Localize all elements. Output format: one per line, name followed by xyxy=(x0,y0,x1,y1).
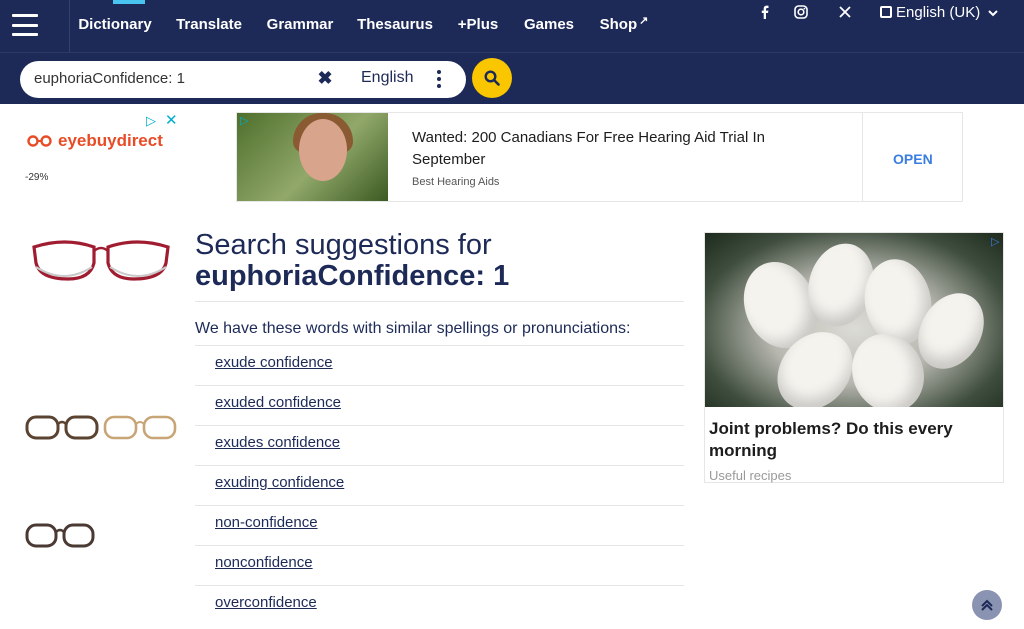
list-item: exude confidence xyxy=(195,345,684,385)
search-icon xyxy=(484,70,500,86)
search-results: Search suggestions for euphoriaConfidenc… xyxy=(195,230,684,625)
eyeglasses-logo-icon xyxy=(27,135,52,147)
ad-headline: Wanted: 200 Canadians For Free Hearing A… xyxy=(412,129,765,168)
suggestion-link[interactable]: exuded confidence xyxy=(215,394,341,411)
chevron-up-icon xyxy=(981,599,993,611)
ad-brand: eyebuydirect xyxy=(26,131,163,151)
list-item: exudes confidence xyxy=(195,425,684,465)
search-input[interactable] xyxy=(34,66,304,90)
suggestion-link[interactable]: non-confidence xyxy=(215,514,318,531)
search-button[interactable] xyxy=(472,58,512,98)
ad-info-icon[interactable]: ▷ xyxy=(991,235,999,248)
adchoices-icon[interactable]: ▷ xyxy=(146,113,156,129)
page-title: Search suggestions for euphoriaConfidenc… xyxy=(195,230,684,292)
red-glasses-image xyxy=(32,240,170,281)
top-nav-bar: Dictionary Translate Grammar Thesaurus +… xyxy=(0,0,1024,52)
ad-eggs-image xyxy=(705,233,1003,407)
tab-label: Grammar xyxy=(266,15,334,33)
external-link-icon: ↗ xyxy=(639,14,649,27)
similar-spellings-note: We have these words with similar spellin… xyxy=(195,320,631,337)
right-advertisement[interactable]: ▷ Joint problems? Do this every morning … xyxy=(704,232,1004,483)
globe-icon xyxy=(880,6,892,18)
ad-brand-name: eyebuydirect xyxy=(58,131,163,150)
nav-divider xyxy=(69,0,70,52)
list-item: nonconfidence xyxy=(195,545,684,585)
ad-divider xyxy=(862,113,863,201)
banner-advertisement[interactable]: ▷ Wanted: 200 Canadians For Free Hearing… xyxy=(236,112,963,202)
list-item: overconfidence xyxy=(195,585,684,625)
suggestion-link[interactable]: nonconfidence xyxy=(215,554,313,571)
tab-plus[interactable]: +Plus xyxy=(458,2,498,46)
gold-glasses-image xyxy=(103,415,177,440)
tab-label: Games xyxy=(523,15,575,33)
page-title-heading: Search suggestions for xyxy=(195,229,492,261)
site-language-selector[interactable]: English (UK) xyxy=(880,3,998,21)
ad-info-icon[interactable]: ▷ xyxy=(240,114,248,127)
list-item: non-confidence xyxy=(195,505,684,545)
left-advertisement[interactable]: ▷ ✕ eyebuydirect -29% xyxy=(20,111,181,629)
tab-label: Shop xyxy=(599,15,638,33)
chevron-down-icon xyxy=(988,4,998,21)
dark-glasses-image xyxy=(25,523,95,548)
tab-label: Translate xyxy=(176,15,242,33)
title-divider xyxy=(195,301,684,302)
more-options-icon xyxy=(437,70,441,88)
tab-label: +Plus xyxy=(457,15,499,33)
tab-label: Thesaurus xyxy=(357,15,433,33)
x-twitter-icon[interactable] xyxy=(826,3,864,21)
tab-grammar[interactable]: Grammar xyxy=(266,2,334,46)
instagram-icon[interactable] xyxy=(782,3,820,21)
suggestion-link[interactable]: exuding confidence xyxy=(215,474,344,491)
site-language-label: English (UK) xyxy=(896,3,981,21)
ad-open-button[interactable]: OPEN xyxy=(893,151,933,167)
tab-games[interactable]: Games xyxy=(524,2,574,46)
suggestion-link[interactable]: overconfidence xyxy=(215,594,317,611)
list-item: exuding confidence xyxy=(195,465,684,505)
tab-shop[interactable]: Shop ↗ xyxy=(599,2,649,46)
dictionary-language-select[interactable]: English xyxy=(340,62,458,93)
suggestion-link[interactable]: exudes confidence xyxy=(215,434,340,451)
dictionary-language-label: English xyxy=(361,68,414,86)
close-ad-icon[interactable]: ✕ xyxy=(165,111,178,129)
ad-sponsor: Best Hearing Aids xyxy=(412,176,500,188)
tab-dictionary[interactable]: Dictionary xyxy=(78,0,152,46)
page-title-query: euphoriaConfidence: 1 xyxy=(195,260,510,292)
hamburger-menu-icon[interactable] xyxy=(12,12,38,38)
ad-headline: Joint problems? Do this every morning xyxy=(709,419,953,460)
tab-translate[interactable]: Translate xyxy=(176,2,242,46)
ad-sponsor: Useful recipes xyxy=(709,468,792,483)
tab-label: Dictionary xyxy=(78,15,152,33)
ad-thumbnail-image xyxy=(237,113,388,201)
ad-discount: -29% xyxy=(25,172,49,183)
scroll-to-top-button[interactable] xyxy=(972,590,1002,620)
list-item: exuded confidence xyxy=(195,385,684,425)
facebook-icon[interactable] xyxy=(752,3,778,21)
suggestion-link[interactable]: exude confidence xyxy=(215,354,333,371)
tortoise-glasses-image xyxy=(25,415,99,440)
tab-thesaurus[interactable]: Thesaurus xyxy=(357,2,433,46)
clear-search-icon[interactable]: ✖ xyxy=(312,64,338,92)
